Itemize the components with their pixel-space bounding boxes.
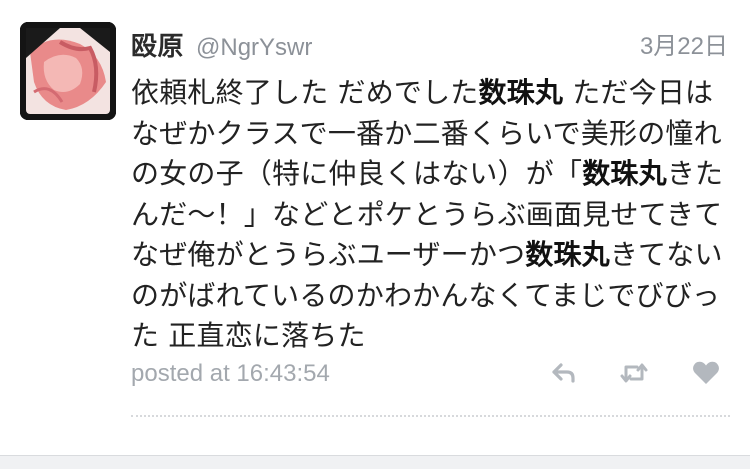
- heart-icon: [693, 361, 719, 384]
- timeline-footer: [0, 455, 750, 469]
- tweet-header: 殴原 @NgrYswr: [131, 26, 312, 66]
- posted-at: posted at 16:43:54: [131, 360, 330, 387]
- tweet-card: 殴原 @NgrYswr 3月22日 依頼札終了した だめでした数珠丸 ただ今日は…: [0, 0, 750, 469]
- highlighted-term: 数珠丸: [478, 76, 564, 109]
- avatar[interactable]: [20, 22, 116, 120]
- reply-button[interactable]: [544, 355, 584, 391]
- tweet-text: 依頼札終了した だめでした数珠丸 ただ今日はなぜかクラスで一番か二番くらいで美形…: [131, 73, 731, 357]
- highlighted-term: 数珠丸: [582, 157, 667, 190]
- highlighted-term: 数珠丸: [525, 238, 610, 271]
- reply-icon: [552, 363, 575, 383]
- like-button[interactable]: [686, 355, 726, 391]
- user-handle[interactable]: @NgrYswr: [196, 34, 312, 62]
- avatar-image: [20, 22, 116, 120]
- tweet-date[interactable]: 3月22日: [640, 26, 728, 61]
- retweet-icon: [620, 363, 648, 383]
- tweet-actions: [540, 355, 730, 391]
- tweet-divider: [131, 415, 730, 417]
- display-name[interactable]: 殴原: [131, 26, 184, 63]
- text-segment: 依頼札終了した だめでした: [131, 76, 479, 109]
- retweet-button[interactable]: [614, 355, 654, 391]
